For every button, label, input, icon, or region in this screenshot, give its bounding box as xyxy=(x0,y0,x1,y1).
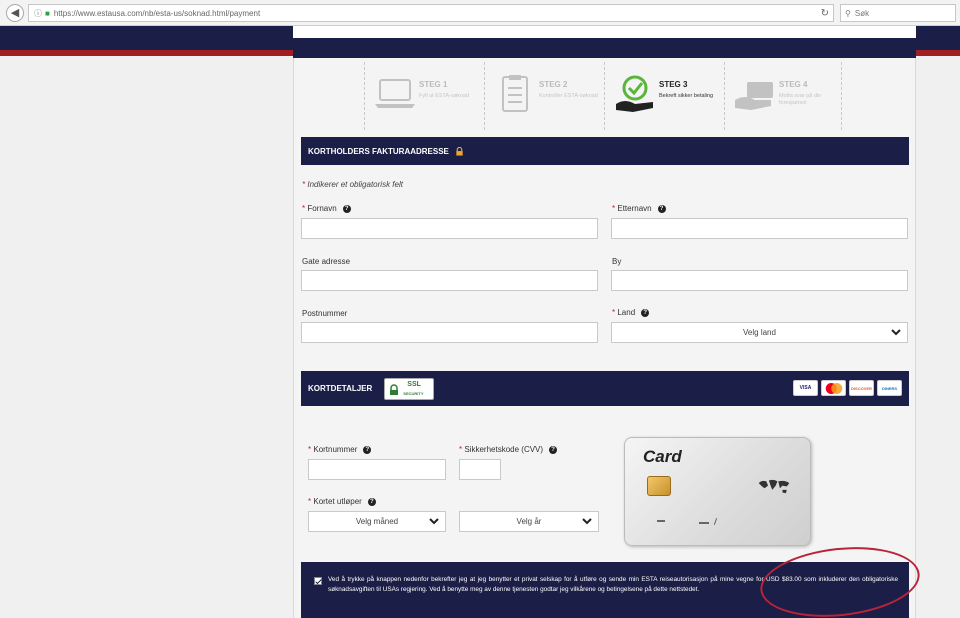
search-icon: ⚲ xyxy=(845,8,851,18)
terms-consent-text: Ved å trykke på knappen nedenfor bekreft… xyxy=(328,576,898,593)
help-icon[interactable]: ? xyxy=(363,445,372,454)
step-title: STEG 4 xyxy=(779,80,808,89)
step-title: STEG 1 xyxy=(419,80,448,89)
ssl-badge-text: SSL xyxy=(407,380,421,388)
step-title: STEG 2 xyxy=(539,80,568,89)
help-icon[interactable]: ? xyxy=(657,204,666,213)
step-1: STEG 1 Fyll ut ESTA-søknad xyxy=(364,62,482,130)
required-note: * Indikerer et obligatorisk felt xyxy=(302,180,403,189)
info-icon[interactable]: ⓘ xyxy=(34,8,42,19)
cvv-label: * Sikkerhetskode (CVV) ? xyxy=(459,445,558,454)
step-subtitle: Kontroller ESTA-søknad xyxy=(539,93,598,99)
step-subtitle: Bekreft sikker betaling xyxy=(659,93,714,99)
lock-icon xyxy=(456,146,463,156)
url-text: https://www.estausa.com/nb/esta-us/sokna… xyxy=(53,8,261,18)
card-hand-icon xyxy=(735,82,773,110)
card-expiry-slash xyxy=(713,518,718,525)
step-4: STEG 4 Motta svar på din forespørsel xyxy=(724,62,842,130)
progress-steps: STEG 1 Fyll ut ESTA-søknad STEG 2 Kontro… xyxy=(302,62,907,130)
discover-logo: DISCOVER xyxy=(849,380,874,396)
street-label: Gate adresse xyxy=(302,257,351,266)
expiry-year-select[interactable]: Velg år xyxy=(459,511,599,532)
lock-icon: ■ xyxy=(45,8,50,18)
checklist-icon xyxy=(502,75,528,112)
expiry-month-select[interactable]: Velg måned xyxy=(308,511,446,532)
billing-section-header: KORTHOLDERS FAKTURAADRESSE xyxy=(301,137,909,165)
browser-toolbar: ◀ ⓘ ■ https://www.estausa.com/nb/esta-us… xyxy=(0,0,960,26)
help-icon[interactable]: ? xyxy=(342,204,351,213)
last-name-input[interactable] xyxy=(611,218,908,239)
country-select-value: Velg land xyxy=(743,328,776,337)
billing-header-title: KORTHOLDERS FAKTURAADRESSE xyxy=(308,146,449,156)
city-input[interactable] xyxy=(611,270,908,291)
ssl-badge-subtext: SECURITY xyxy=(403,390,424,396)
chevron-down-icon xyxy=(429,518,439,525)
visa-logo: VISA xyxy=(793,380,818,396)
year-select-value: Velg år xyxy=(516,517,542,526)
world-map-icon xyxy=(758,479,790,494)
step-2: STEG 2 Kontroller ESTA-søknad xyxy=(484,62,602,130)
city-label: By xyxy=(612,257,622,266)
mastercard-icon xyxy=(825,382,842,394)
card-number-placeholder xyxy=(657,520,665,522)
step-3: STEG 3 Bekreft sikker betaling xyxy=(604,62,722,130)
street-input[interactable] xyxy=(301,270,598,291)
expiry-label: * Kortet utløper ? xyxy=(308,497,376,506)
diners-logo: DINERS xyxy=(877,380,902,396)
card-number-input[interactable] xyxy=(308,459,446,480)
last-name-label: * Etternavn ? xyxy=(612,204,666,213)
back-button[interactable]: ◀ xyxy=(6,3,24,22)
country-select[interactable]: Velg land xyxy=(611,322,908,343)
card-illustration-title: Card xyxy=(643,447,682,466)
chevron-down-icon xyxy=(582,518,592,525)
reload-button[interactable]: ↻ xyxy=(821,8,829,19)
mastercard-logo xyxy=(821,380,846,396)
browser-search-input[interactable]: ⚲ Søk xyxy=(840,4,956,22)
postal-input[interactable] xyxy=(301,322,598,343)
chip-icon xyxy=(647,476,671,496)
country-label: * Land ? xyxy=(612,308,650,317)
chevron-down-icon xyxy=(891,329,901,336)
help-icon[interactable]: ? xyxy=(367,497,376,506)
page-nav-bar xyxy=(293,38,916,58)
step-subtitle: Fyll ut ESTA-søknad xyxy=(419,93,470,99)
step-subtitle: Motta svar på din forespørsel xyxy=(779,93,822,106)
terms-checkbox[interactable] xyxy=(314,577,322,585)
terms-consent-box: Ved å trykke på knappen nedenfor bekreft… xyxy=(301,562,909,618)
cvv-input[interactable] xyxy=(459,459,501,480)
page-header-strip xyxy=(293,26,916,38)
ssl-lock-icon xyxy=(390,383,399,395)
first-name-input[interactable] xyxy=(301,218,598,239)
help-icon[interactable]: ? xyxy=(549,445,558,454)
checkmark-hand-icon xyxy=(616,75,653,112)
search-placeholder: Søk xyxy=(854,8,870,18)
help-icon[interactable]: ? xyxy=(641,308,650,317)
card-header-title: KORTDETALJER xyxy=(308,384,373,393)
card-expiry-placeholder xyxy=(699,522,709,524)
laptop-icon xyxy=(375,79,415,108)
step-title: STEG 3 xyxy=(659,80,688,89)
ssl-badge: SSL SECURITY xyxy=(384,377,435,400)
first-name-label: * Fornavn ? xyxy=(302,204,351,213)
credit-card-illustration: Card xyxy=(624,437,811,546)
address-bar[interactable]: ⓘ ■ https://www.estausa.com/nb/esta-us/s… xyxy=(28,4,834,22)
card-number-label: * Kortnummer ? xyxy=(308,445,372,454)
month-select-value: Velg måned xyxy=(355,517,399,526)
postal-label: Postnummer xyxy=(302,309,348,318)
